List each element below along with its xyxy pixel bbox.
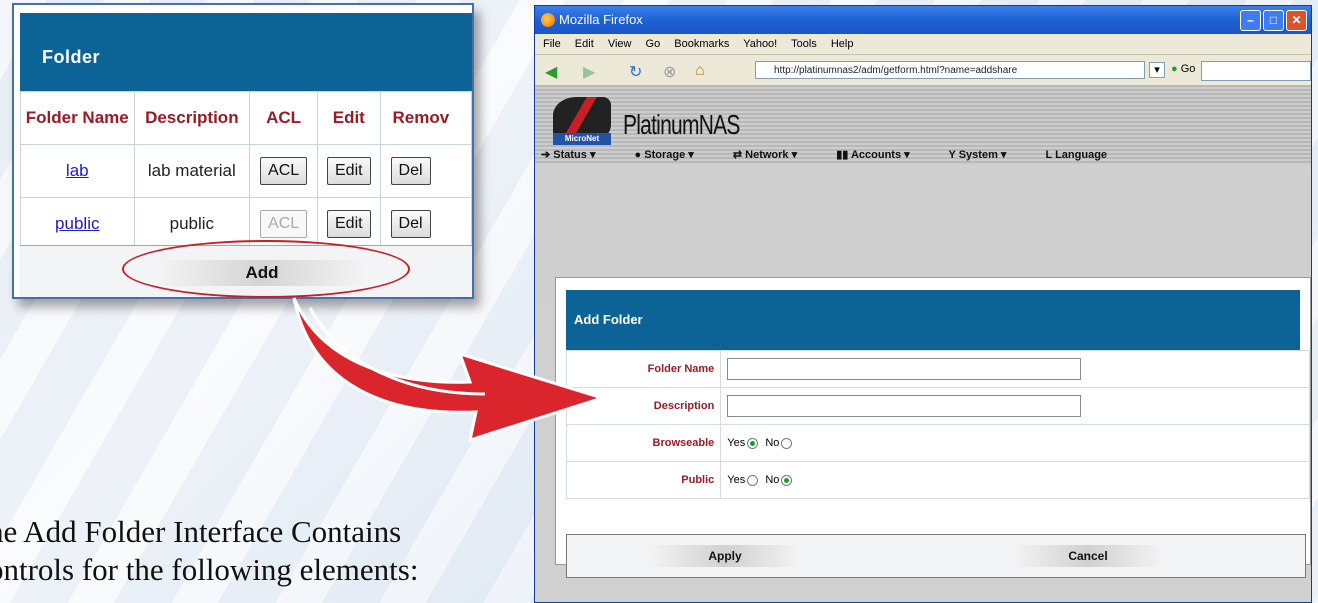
close-icon[interactable]: ✕ bbox=[1286, 10, 1307, 31]
add-folder-panel: Add Folder Folder Name Description Brows… bbox=[555, 277, 1311, 578]
menu-yahoo[interactable]: Yahoo! bbox=[743, 38, 777, 50]
caption: he Add Folder Interface Contains ontrols… bbox=[0, 513, 418, 589]
maximize-icon[interactable]: □ bbox=[1263, 10, 1284, 31]
browseable-yes-label: Yes bbox=[727, 437, 746, 449]
navigation-toolbar: ◀ ▶ ↻ ⊗ ⌂ http://platinumnas2/adm/getfor… bbox=[535, 55, 1311, 86]
folder-link-lab[interactable]: lab bbox=[66, 161, 89, 180]
menu-go[interactable]: Go bbox=[646, 38, 661, 50]
firefox-window: Mozilla Firefox – □ ✕ File Edit View Go … bbox=[534, 5, 1312, 603]
nav-storage[interactable]: ● Storage ▾ bbox=[635, 149, 712, 161]
col-edit: Edit bbox=[317, 91, 381, 145]
public-label: Public bbox=[565, 461, 722, 499]
edit-button[interactable]: Edit bbox=[327, 157, 371, 185]
nas-nav-menu: ➔ Status ▾ ● Storage ▾ ⇄ Network ▾ ▮▮ Ac… bbox=[541, 148, 1143, 161]
form-actions: Apply Cancel bbox=[566, 534, 1306, 578]
delete-button[interactable]: Del bbox=[390, 157, 431, 185]
menu-bookmarks[interactable]: Bookmarks bbox=[674, 38, 729, 50]
browseable-no-label: No bbox=[765, 437, 780, 449]
description-input[interactable] bbox=[727, 395, 1082, 417]
menu-help[interactable]: Help bbox=[831, 38, 854, 50]
col-acl: ACL bbox=[249, 91, 319, 145]
go-icon: ● bbox=[1171, 63, 1178, 75]
form-row: Public Yes No bbox=[565, 461, 1310, 499]
caption-line-2: ontrols for the following elements: bbox=[0, 552, 419, 587]
table-row: lab lab material ACL Edit Del bbox=[20, 144, 472, 198]
add-folder-title: Add Folder bbox=[566, 290, 1300, 350]
acl-button[interactable]: ACL bbox=[260, 157, 308, 185]
nav-accounts[interactable]: ▮▮ Accounts ▾ bbox=[836, 149, 927, 161]
public-no-label: No bbox=[765, 474, 780, 486]
menu-view[interactable]: View bbox=[608, 38, 632, 50]
nav-network[interactable]: ⇄ Network ▾ bbox=[733, 149, 815, 161]
caption-line-1: he Add Folder Interface Contains bbox=[0, 514, 402, 549]
nas-page: MicroNet PlatinumNAS ➔ Status ▾ ● Storag… bbox=[535, 85, 1311, 602]
go-label: Go bbox=[1180, 63, 1196, 75]
search-input[interactable] bbox=[1201, 61, 1311, 81]
minimize-icon[interactable]: – bbox=[1240, 10, 1261, 31]
browseable-no-radio[interactable] bbox=[781, 437, 793, 449]
acl-button-disabled: ACL bbox=[260, 210, 308, 238]
url-dropdown-icon[interactable]: ▾ bbox=[1149, 62, 1165, 78]
menu-edit[interactable]: Edit bbox=[575, 38, 594, 50]
nav-status[interactable]: ➔ Status ▾ bbox=[541, 149, 613, 161]
public-yes-radio[interactable] bbox=[747, 474, 759, 486]
home-icon[interactable]: ⌂ bbox=[695, 62, 705, 80]
menu-bar: File Edit View Go Bookmarks Yahoo! Tools… bbox=[535, 34, 1311, 55]
col-folder-name: Folder Name bbox=[20, 91, 135, 145]
delete-button[interactable]: Del bbox=[390, 210, 431, 238]
stop-icon[interactable]: ⊗ bbox=[663, 62, 676, 82]
url-input[interactable]: http://platinumnas2/adm/getform.html?nam… bbox=[755, 61, 1145, 79]
folder-table: Folder Name Description ACL Edit Remov l… bbox=[20, 91, 472, 251]
pointer-arrow-icon bbox=[292, 297, 608, 443]
col-remove: Remov bbox=[379, 91, 472, 145]
window-titlebar: Mozilla Firefox – □ ✕ bbox=[535, 6, 1311, 34]
edit-button[interactable]: Edit bbox=[327, 210, 371, 238]
folder-link-public[interactable]: public bbox=[55, 214, 99, 233]
apply-button[interactable]: Apply bbox=[649, 545, 801, 567]
folder-name-input[interactable] bbox=[727, 358, 1082, 380]
nav-system[interactable]: Y System ▾ bbox=[949, 149, 1025, 161]
firefox-icon bbox=[541, 13, 555, 27]
form-row: Folder Name bbox=[565, 350, 1310, 388]
table-header-row: Folder Name Description ACL Edit Remov bbox=[20, 91, 472, 145]
micronet-badge: MicroNet bbox=[553, 133, 611, 145]
nav-language[interactable]: L Language bbox=[1046, 149, 1126, 161]
go-button[interactable]: ● Go bbox=[1171, 63, 1195, 75]
folder-panel-title: Folder bbox=[20, 13, 472, 91]
add-folder-form: Folder Name Description Browseable Yes N… bbox=[565, 350, 1310, 499]
public-yes-label: Yes bbox=[727, 474, 746, 486]
browseable-yes-radio[interactable] bbox=[747, 437, 759, 449]
form-row: Description bbox=[565, 387, 1310, 425]
highlight-ellipse bbox=[122, 240, 410, 298]
brand-name: PlatinumNAS bbox=[623, 109, 740, 140]
menu-file[interactable]: File bbox=[543, 38, 561, 50]
window-title: Mozilla Firefox bbox=[559, 12, 643, 27]
menu-tools[interactable]: Tools bbox=[791, 38, 817, 50]
public-no-radio[interactable] bbox=[781, 474, 793, 486]
back-icon[interactable]: ◀ bbox=[545, 62, 557, 82]
cancel-button[interactable]: Cancel bbox=[1013, 545, 1163, 567]
reload-icon[interactable]: ↻ bbox=[629, 62, 642, 82]
forward-icon[interactable]: ▶ bbox=[583, 62, 595, 82]
folder-description: lab material bbox=[133, 144, 251, 198]
nas-banner: MicroNet PlatinumNAS ➔ Status ▾ ● Storag… bbox=[535, 85, 1311, 165]
form-row: Browseable Yes No bbox=[565, 424, 1310, 462]
col-description: Description bbox=[133, 91, 251, 145]
